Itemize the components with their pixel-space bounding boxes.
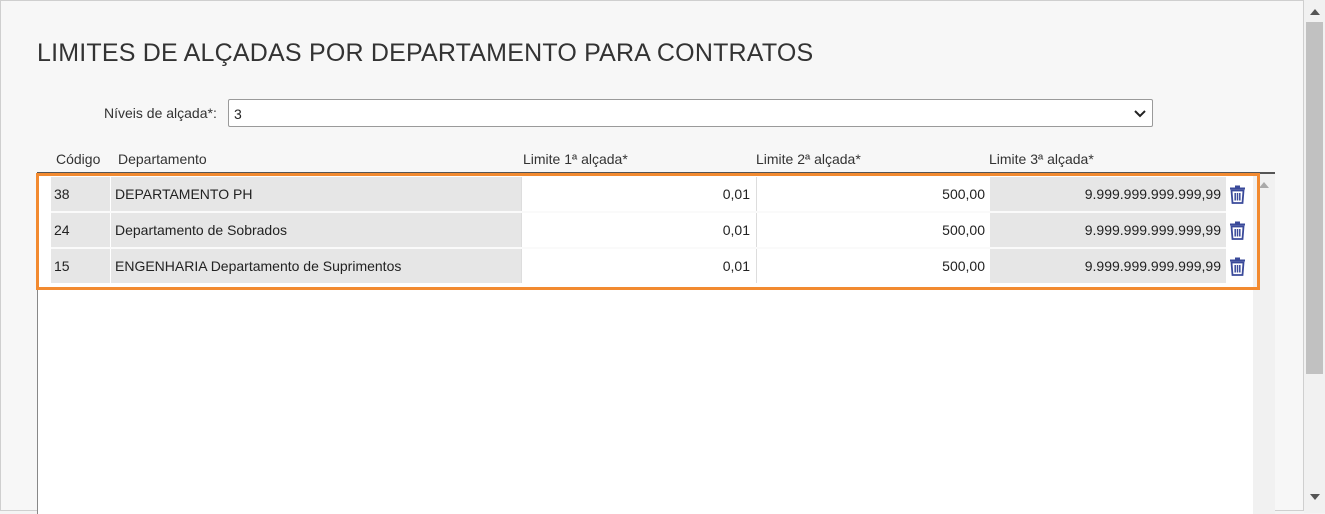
chevron-down-icon — [1134, 110, 1146, 118]
cell-codigo: 24 — [51, 213, 110, 247]
limite-1-input[interactable]: 0,01 — [521, 213, 755, 247]
niveis-label: Níveis de alçada*: — [104, 105, 217, 121]
table-scrollbar[interactable] — [1253, 174, 1275, 514]
table-row: 38 DEPARTAMENTO PH 0,01 500,00 9.999.999… — [51, 177, 1255, 211]
limite-3-input[interactable]: 9.999.999.999.999,99 — [990, 249, 1226, 283]
cell-codigo: 38 — [51, 177, 110, 211]
cell-departamento: ENGENHARIA Departamento de Suprimentos — [110, 249, 521, 283]
limite-1-input[interactable]: 0,01 — [521, 177, 755, 211]
limite-2-input[interactable]: 500,00 — [756, 249, 990, 283]
trash-icon — [1230, 257, 1245, 276]
scroll-down-icon[interactable] — [1310, 494, 1320, 500]
header-limite-1: Limite 1ª alçada* — [523, 151, 628, 167]
cell-departamento: DEPARTAMENTO PH — [110, 177, 521, 211]
limite-3-input[interactable]: 9.999.999.999.999,99 — [990, 213, 1226, 247]
page-title: LIMITES DE ALÇADAS POR DEPARTAMENTO PARA… — [37, 39, 814, 67]
page-scrollbar[interactable] — [1304, 0, 1325, 513]
limite-3-input[interactable]: 9.999.999.999.999,99 — [990, 177, 1226, 211]
header-limite-3: Limite 3ª alçada* — [989, 151, 1094, 167]
cell-codigo: 15 — [51, 249, 110, 283]
limite-1-input[interactable]: 0,01 — [521, 249, 755, 283]
limite-2-input[interactable]: 500,00 — [756, 177, 990, 211]
delete-row-button[interactable] — [1227, 177, 1249, 211]
cell-departamento: Departamento de Sobrados — [110, 213, 521, 247]
scrollbar-thumb[interactable] — [1306, 22, 1323, 374]
delete-row-button[interactable] — [1227, 213, 1249, 247]
niveis-select-value: 3 — [234, 106, 242, 122]
trash-icon — [1230, 221, 1245, 240]
table-row: 24 Departamento de Sobrados 0,01 500,00 … — [51, 213, 1255, 247]
delete-row-button[interactable] — [1227, 249, 1249, 283]
header-limite-2: Limite 2ª alçada* — [756, 151, 861, 167]
trash-icon — [1230, 185, 1245, 204]
header-departamento: Departamento — [118, 151, 207, 167]
limite-2-input[interactable]: 500,00 — [756, 213, 990, 247]
niveis-select[interactable]: 3 — [228, 99, 1153, 127]
table-row: 15 ENGENHARIA Departamento de Suprimento… — [51, 249, 1255, 283]
scroll-up-icon[interactable] — [1259, 182, 1269, 188]
scroll-up-icon[interactable] — [1310, 9, 1320, 15]
header-codigo: Código — [56, 151, 101, 167]
dialog: LIMITES DE ALÇADAS POR DEPARTAMENTO PARA… — [0, 0, 1304, 514]
